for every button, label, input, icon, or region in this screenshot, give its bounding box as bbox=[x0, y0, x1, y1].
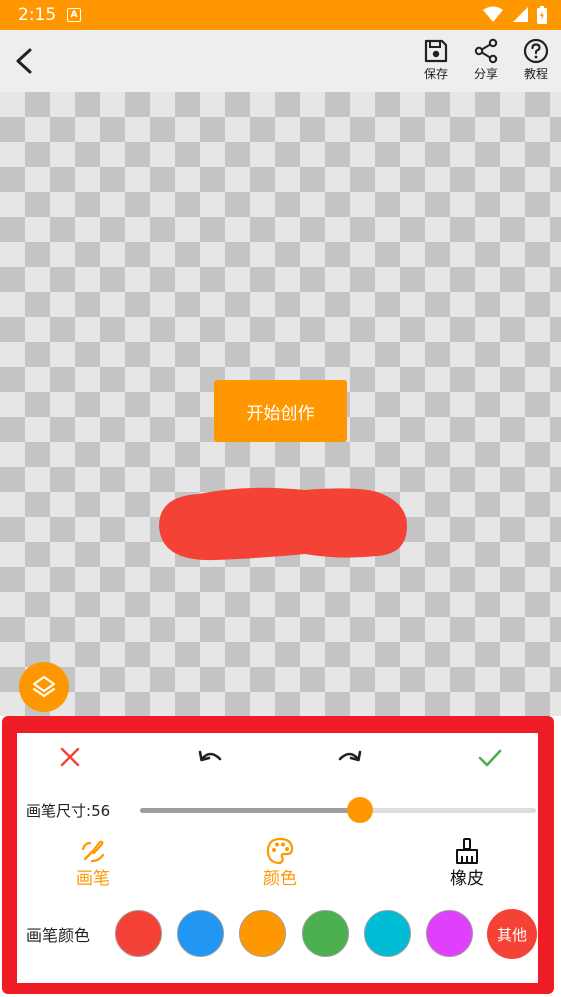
eraser-broom-icon bbox=[456, 838, 478, 864]
redo-icon bbox=[338, 750, 362, 762]
save-label: 保存 bbox=[423, 67, 448, 81]
brush-stroke bbox=[159, 487, 407, 561]
signal-icon bbox=[512, 7, 528, 22]
color-swatch-green[interactable] bbox=[302, 910, 349, 957]
brush-size-slider[interactable] bbox=[140, 797, 536, 823]
redo-button[interactable] bbox=[332, 739, 368, 775]
color-swatch-red[interactable] bbox=[115, 910, 162, 957]
status-time: 2:15 bbox=[18, 5, 57, 25]
battery-icon bbox=[537, 6, 547, 24]
mode-color[interactable]: 颜色 bbox=[240, 837, 320, 890]
mode-color-label: 颜色 bbox=[263, 869, 297, 889]
brush-size-label: 画笔尺寸:56 bbox=[26, 801, 110, 821]
layers-icon bbox=[33, 676, 55, 697]
tutorial-label: 教程 bbox=[523, 67, 548, 81]
brush-size-prefix: 画笔尺寸: bbox=[26, 802, 92, 820]
color-swatch-blue[interactable] bbox=[177, 910, 224, 957]
color-swatch-cyan[interactable] bbox=[364, 910, 411, 957]
drawing-canvas[interactable]: 开始创作 bbox=[0, 92, 561, 716]
status-bar: 2:15 A bbox=[0, 0, 561, 30]
close-button[interactable] bbox=[52, 739, 88, 775]
check-icon bbox=[478, 749, 502, 767]
other-color-button[interactable]: 其他 bbox=[487, 909, 537, 959]
help-icon bbox=[523, 38, 549, 64]
share-button[interactable]: 分享 bbox=[466, 38, 506, 88]
undo-icon bbox=[198, 750, 222, 762]
brush-color-label: 画笔颜色 bbox=[26, 926, 91, 945]
slider-fill bbox=[140, 808, 360, 813]
undo-button[interactable] bbox=[192, 739, 228, 775]
save-button[interactable]: 保存 bbox=[416, 38, 456, 88]
brush-panel: 画笔尺寸:56 画笔 颜色 橡皮 画笔颜色 其他 bbox=[17, 733, 538, 983]
mode-eraser-label: 橡皮 bbox=[450, 869, 484, 889]
confirm-button[interactable] bbox=[472, 739, 508, 775]
start-creating-button[interactable]: 开始创作 bbox=[214, 380, 347, 442]
save-icon bbox=[424, 39, 448, 63]
close-icon bbox=[60, 747, 80, 767]
wifi-icon bbox=[482, 6, 503, 22]
palette-icon bbox=[266, 837, 294, 865]
slider-thumb[interactable] bbox=[346, 797, 373, 823]
mode-brush[interactable]: 画笔 bbox=[53, 837, 133, 890]
share-icon bbox=[474, 38, 498, 64]
mode-eraser[interactable]: 橡皮 bbox=[427, 837, 507, 890]
top-toolbar: 保存 分享 教程 bbox=[0, 30, 561, 92]
color-swatch-magenta[interactable] bbox=[426, 910, 473, 957]
brush-size-value: 56 bbox=[91, 802, 111, 820]
layers-button[interactable] bbox=[19, 662, 69, 712]
tutorial-button[interactable]: 教程 bbox=[516, 38, 556, 88]
share-label: 分享 bbox=[473, 67, 498, 81]
notification-icon: A bbox=[67, 8, 81, 22]
color-swatch-orange[interactable] bbox=[239, 910, 286, 957]
back-arrow-icon bbox=[16, 48, 32, 74]
brush-icon bbox=[81, 840, 105, 863]
status-icons bbox=[479, 6, 547, 24]
mode-brush-label: 画笔 bbox=[76, 869, 110, 889]
back-button[interactable] bbox=[10, 44, 42, 78]
